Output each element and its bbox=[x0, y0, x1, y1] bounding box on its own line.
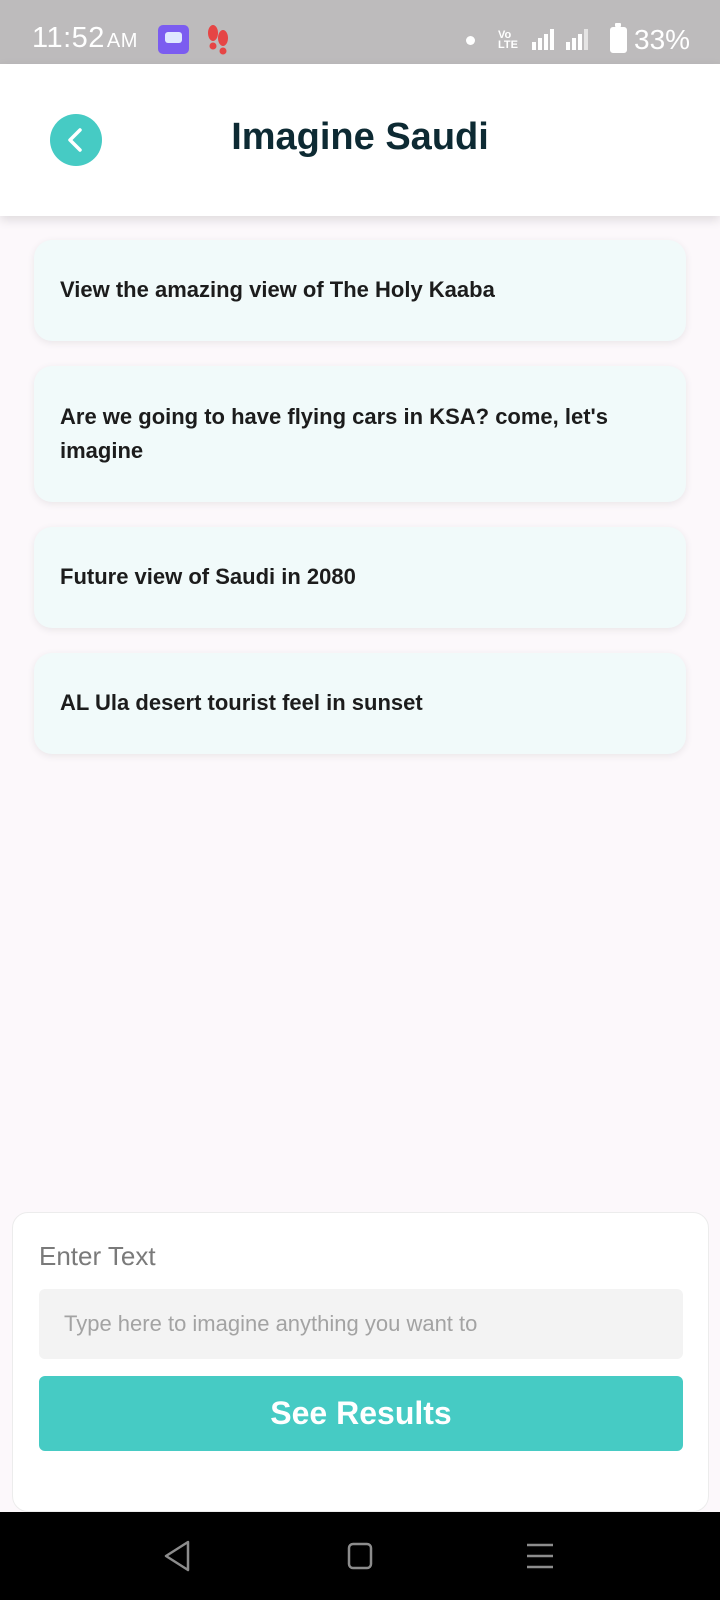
suggestion-text: AL Ula desert tourist feel in sunset bbox=[60, 690, 423, 715]
suggestion-text: Future view of Saudi in 2080 bbox=[60, 564, 356, 589]
suggestion-card[interactable]: Future view of Saudi in 2080 bbox=[34, 527, 686, 628]
suggestion-text: Are we going to have flying cars in KSA?… bbox=[60, 404, 609, 463]
system-nav-bar bbox=[0, 1512, 720, 1600]
volte-icon: Vo LTE bbox=[498, 29, 518, 51]
clock: 11:52 AM bbox=[32, 22, 138, 55]
see-results-button[interactable]: See Results bbox=[39, 1376, 683, 1451]
clock-ampm: AM bbox=[106, 30, 138, 52]
battery-percent: 33% bbox=[634, 24, 691, 55]
prompt-input[interactable] bbox=[39, 1289, 683, 1359]
suggestion-card[interactable]: Are we going to have flying cars in KSA?… bbox=[34, 366, 686, 502]
back-triangle-icon[interactable] bbox=[158, 1538, 198, 1574]
prompt-panel: Enter Text See Results bbox=[12, 1212, 709, 1512]
notification-dot-icon bbox=[466, 36, 475, 45]
suggestion-list: View the amazing view of The Holy Kaaba … bbox=[34, 240, 686, 779]
status-bar: 11:52 AM Vo LTE 33% bbox=[0, 0, 720, 64]
battery-charging-icon bbox=[610, 23, 627, 53]
input-label: Enter Text bbox=[39, 1241, 156, 1271]
suggestion-card[interactable]: View the amazing view of The Holy Kaaba bbox=[34, 240, 686, 341]
recents-menu-icon[interactable] bbox=[520, 1538, 560, 1574]
footsteps-icon bbox=[208, 25, 228, 55]
page-title: Imagine Saudi bbox=[231, 116, 489, 158]
message-app-icon bbox=[158, 25, 189, 54]
suggestion-card[interactable]: AL Ula desert tourist feel in sunset bbox=[34, 653, 686, 754]
app-header: Imagine Saudi bbox=[0, 64, 720, 216]
clock-time: 11:52 bbox=[32, 22, 105, 54]
signal-icon bbox=[532, 29, 588, 50]
suggestion-text: View the amazing view of The Holy Kaaba bbox=[60, 277, 495, 302]
home-square-icon[interactable] bbox=[340, 1538, 380, 1574]
